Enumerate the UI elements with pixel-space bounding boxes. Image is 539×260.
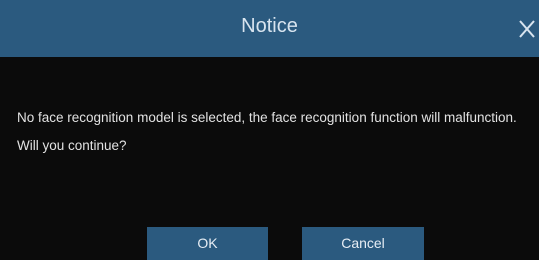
ok-button[interactable]: OK [147,227,268,260]
dialog-titlebar: Notice [0,0,539,57]
dialog-title: Notice [241,15,298,37]
dialog-message: No face recognition model is selected, t… [17,110,517,153]
notice-dialog: Notice No face recognition model is sele… [0,0,539,260]
close-icon-glyph [519,20,535,38]
cancel-button[interactable]: Cancel [302,227,424,260]
close-icon[interactable] [517,19,537,39]
